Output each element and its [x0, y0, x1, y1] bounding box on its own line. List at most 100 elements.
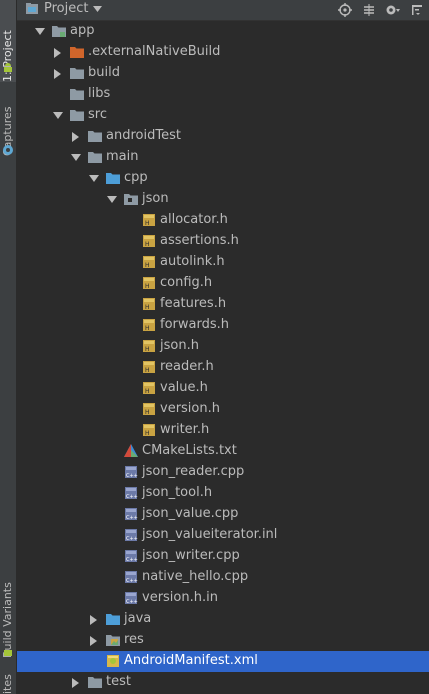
target-icon — [338, 3, 352, 17]
tab-project[interactable]: 1: Project — [0, 0, 16, 82]
tree-item-externalnativebuild[interactable]: .externalNativeBuild — [17, 42, 429, 63]
tree-item-features-h[interactable]: Hfeatures.h — [17, 294, 429, 315]
tree-item-java[interactable]: java — [17, 609, 429, 630]
manifest-icon — [105, 654, 121, 668]
package-icon — [123, 192, 139, 206]
chevron-right-icon[interactable] — [71, 132, 81, 142]
tree-item-native-hello-cpp[interactable]: C++ native_hello.cpp — [17, 567, 429, 588]
hide-panel-button[interactable] — [409, 2, 425, 18]
cpp-file-icon: C++ — [123, 549, 139, 563]
chevron-down-icon[interactable] — [35, 27, 45, 37]
tree-item-assertions-h[interactable]: Hassertions.h — [17, 231, 429, 252]
tree-item-json-valueiterator-inl[interactable]: C++ json_valueiterator.inl — [17, 525, 429, 546]
tab-project-label: 1: Project — [1, 30, 14, 82]
tree-item-label: AndroidManifest.xml — [124, 653, 258, 668]
source-folder-icon — [105, 612, 121, 626]
tree-item-json-writer-cpp[interactable]: C++ json_writer.cpp — [17, 546, 429, 567]
chevron-right-icon[interactable] — [53, 48, 63, 58]
chevron-right-icon[interactable] — [89, 615, 99, 625]
tab-build-variants[interactable]: Build Variants — [0, 556, 16, 658]
tree-item-label: json_reader.cpp — [142, 464, 245, 479]
tree-item-src[interactable]: src — [17, 105, 429, 126]
tree-item-cmakelists-txt[interactable]: CMakeLists.txt — [17, 441, 429, 462]
tree-item-main[interactable]: main — [17, 147, 429, 168]
tree-item-label: build — [88, 65, 120, 80]
tree-item-json-reader-cpp[interactable]: C++ json_reader.cpp — [17, 462, 429, 483]
project-tree[interactable]: app .externalNativeBuild build libs src andro… — [17, 21, 429, 694]
svg-text:H: H — [145, 220, 150, 227]
tree-item-label: forwards.h — [160, 317, 229, 332]
header-file-icon: H — [141, 423, 157, 437]
header-file-icon: H — [141, 381, 157, 395]
chevron-down-icon[interactable] — [89, 174, 99, 184]
tree-item-forwards-h[interactable]: Hforwards.h — [17, 315, 429, 336]
settings-button[interactable] — [385, 2, 401, 18]
svg-text:H: H — [145, 346, 150, 353]
tree-item-cpp[interactable]: cpp — [17, 168, 429, 189]
tree-item-version-h-in[interactable]: C++ version.h.in — [17, 588, 429, 609]
tree-item-label: writer.h — [160, 422, 210, 437]
svg-text:H: H — [145, 304, 150, 311]
tree-item-label: app — [70, 23, 95, 38]
tree-item-label: native_hello.cpp — [142, 569, 249, 584]
tree-item-reader-h[interactable]: Hreader.h — [17, 357, 429, 378]
tree-item-build[interactable]: build — [17, 63, 429, 84]
tab-favorites-label: ites — [1, 674, 14, 694]
tab-captures[interactable]: Captures — [0, 90, 16, 156]
svg-text:H: H — [145, 430, 150, 437]
tree-item-label: .externalNativeBuild — [88, 44, 221, 59]
tree-item-autolink-h[interactable]: Hautolink.h — [17, 252, 429, 273]
chevron-down-icon[interactable] — [71, 153, 81, 163]
tree-item-label: json_value.cpp — [142, 506, 239, 521]
tree-item-json-value-cpp[interactable]: C++ json_value.cpp — [17, 504, 429, 525]
svg-text:H: H — [145, 283, 150, 290]
tree-item-test[interactable]: test — [17, 672, 429, 693]
svg-text:C++: C++ — [126, 578, 138, 584]
tree-item-value-h[interactable]: Hvalue.h — [17, 378, 429, 399]
tree-item-libs[interactable]: libs — [17, 84, 429, 105]
svg-text:C++: C++ — [126, 557, 138, 563]
tree-item-app[interactable]: app — [17, 21, 429, 42]
chevron-right-icon[interactable] — [71, 678, 81, 688]
tree-item-json-h[interactable]: Hjson.h — [17, 336, 429, 357]
tree-item-config-h[interactable]: Hconfig.h — [17, 273, 429, 294]
tree-item-label: json_valueiterator.inl — [142, 527, 278, 542]
tree-item-label: src — [88, 107, 107, 122]
tree-item-label: cpp — [124, 170, 148, 185]
svg-text:C++: C++ — [126, 473, 138, 479]
tree-item-writer-h[interactable]: Hwriter.h — [17, 420, 429, 441]
tree-item-json[interactable]: json — [17, 189, 429, 210]
tree-item-label: androidTest — [106, 128, 181, 143]
captures-icon — [3, 145, 13, 155]
locate-file-button[interactable] — [337, 2, 353, 18]
folder-icon — [87, 675, 103, 689]
tree-item-allocator-h[interactable]: Hallocator.h — [17, 210, 429, 231]
header-file-icon: H — [141, 234, 157, 248]
cpp-file-icon: C++ — [123, 486, 139, 500]
tree-item-label: features.h — [160, 296, 227, 311]
left-tool-strip: 1: Project Captures Build Variants ites — [0, 0, 17, 694]
tree-item-label: version.h — [160, 401, 220, 416]
android-icon — [4, 63, 12, 72]
tree-item-version-h[interactable]: Hversion.h — [17, 399, 429, 420]
project-icon — [26, 3, 38, 14]
tree-item-label: assertions.h — [160, 233, 239, 248]
collapse-all-button[interactable] — [361, 2, 377, 18]
project-view-selector[interactable]: Project — [25, 1, 103, 16]
tab-favorites[interactable]: ites — [0, 666, 16, 694]
chevron-down-icon[interactable] — [53, 111, 63, 121]
tree-item-androidmanifest-xml[interactable]: AndroidManifest.xml — [17, 651, 429, 672]
tree-item-json-tool-h[interactable]: C++ json_tool.h — [17, 483, 429, 504]
chevron-right-icon[interactable] — [89, 636, 99, 646]
tree-item-res[interactable]: res — [17, 630, 429, 651]
svg-text:H: H — [145, 409, 150, 416]
svg-text:H: H — [145, 262, 150, 269]
tree-item-label: json_writer.cpp — [142, 548, 240, 563]
tree-item-label: value.h — [160, 380, 208, 395]
project-panel-header: Project — [17, 0, 429, 21]
tree-item-androidtest[interactable]: androidTest — [17, 126, 429, 147]
cmake-icon — [123, 444, 139, 458]
chevron-down-icon[interactable] — [107, 195, 117, 205]
header-file-icon: H — [141, 318, 157, 332]
chevron-right-icon[interactable] — [53, 69, 63, 79]
